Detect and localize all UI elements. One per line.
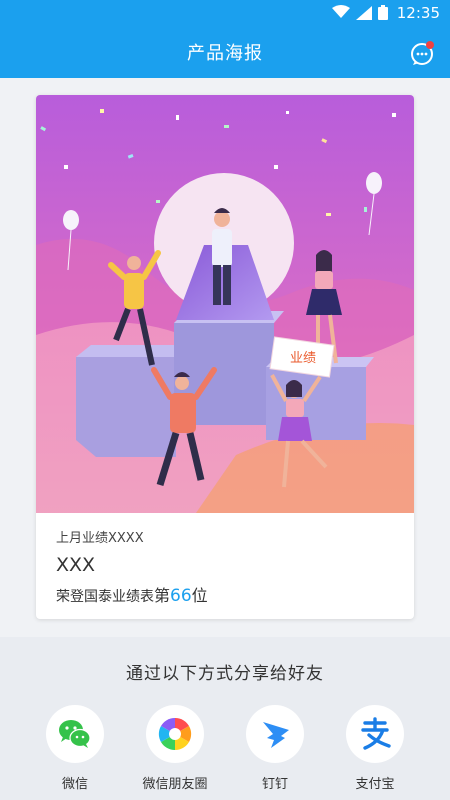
page-title: 产品海报 (187, 43, 263, 64)
poster-illustration (36, 95, 414, 513)
rank-suffix: 位 (191, 586, 208, 605)
share-alipay-circle (346, 705, 404, 763)
poster-card: 业绩 上月业绩XXXX XXX 荣登国泰业绩表第66位 (36, 95, 414, 619)
rank-number: 66 (170, 586, 192, 606)
dingtalk-icon (263, 722, 289, 748)
share-wechat-circle (46, 705, 104, 763)
share-wechat-button[interactable]: 微信 (25, 705, 125, 792)
share-title: 通过以下方式分享给好友 (126, 664, 324, 684)
message-icon[interactable] (410, 40, 436, 66)
share-dingtalk-circle (246, 705, 304, 763)
rank-line: 荣登国泰业绩表第66位 (56, 582, 396, 606)
moments-icon (158, 717, 192, 751)
wifi-icon (332, 5, 350, 18)
status-bar: 12:35 (0, 0, 450, 26)
performance-info: 上月业绩XXXX XXX 荣登国泰业绩表第66位 (56, 527, 396, 606)
share-panel: 通过以下方式分享给好友 微信 微信朋友圈 钉钉 支付宝 (0, 637, 450, 800)
rank-di: 第 (154, 586, 171, 605)
user-name: XXX (56, 554, 96, 576)
notification-badge (426, 41, 434, 49)
share-alipay-label: 支付宝 (355, 777, 395, 792)
poster-sign-text: 业绩 (289, 351, 316, 366)
share-dingtalk-button[interactable]: 钉钉 (225, 705, 325, 792)
status-time: 12:35 (396, 4, 440, 22)
battery-icon (378, 5, 388, 20)
share-moments-button[interactable]: 微信朋友圈 (125, 705, 225, 792)
share-wechat-label: 微信 (61, 777, 88, 792)
share-moments-circle (146, 705, 204, 763)
wechat-icon (59, 720, 91, 748)
last-month-performance: 上月业绩XXXX (56, 531, 144, 546)
signal-icon (356, 6, 372, 20)
rank-prefix: 荣登国泰业绩表 (56, 589, 154, 605)
share-dingtalk-label: 钉钉 (261, 777, 288, 792)
share-moments-label: 微信朋友圈 (142, 777, 208, 792)
nav-bar: 产品海报 (0, 26, 450, 78)
alipay-icon (361, 717, 391, 750)
share-alipay-button[interactable]: 支付宝 (325, 705, 425, 792)
